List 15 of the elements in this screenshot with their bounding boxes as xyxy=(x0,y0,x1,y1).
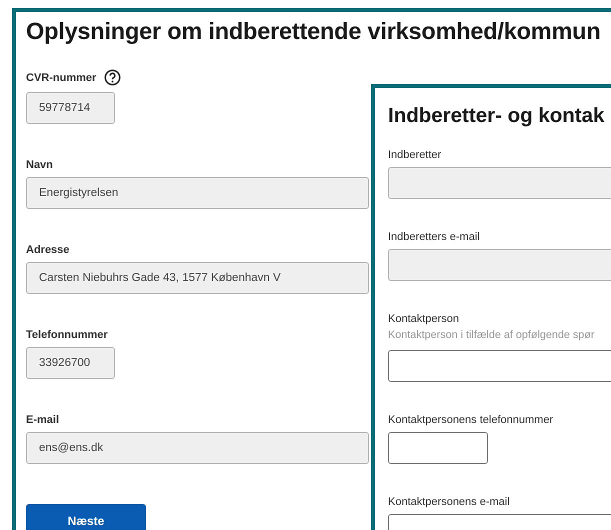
field-label: Indberetter xyxy=(388,149,442,161)
field-hint: Kontaktperson i tilfælde af opfølgende spør xyxy=(388,329,596,341)
panel-title: Oplysninger om indberettende virksomhed/kommun xyxy=(26,18,602,45)
field-label: CVR-nummer xyxy=(26,72,96,84)
next-button[interactable]: Næste xyxy=(26,504,146,530)
field-label: E-mail xyxy=(26,414,60,426)
field-label: Adresse xyxy=(26,244,70,256)
field-label: Navn xyxy=(26,159,53,171)
field-label: Kontaktpersonens e-mail xyxy=(388,496,510,508)
input-field[interactable] xyxy=(388,432,488,464)
field-label: Indberetters e-mail xyxy=(388,231,480,243)
panel-title: Indberetter- og kontak xyxy=(388,104,606,128)
field-label: Kontaktperson xyxy=(388,313,459,325)
field-label: Telefonnummer xyxy=(26,329,108,341)
field-label: Kontaktpersonens telefonnummer xyxy=(388,414,554,426)
